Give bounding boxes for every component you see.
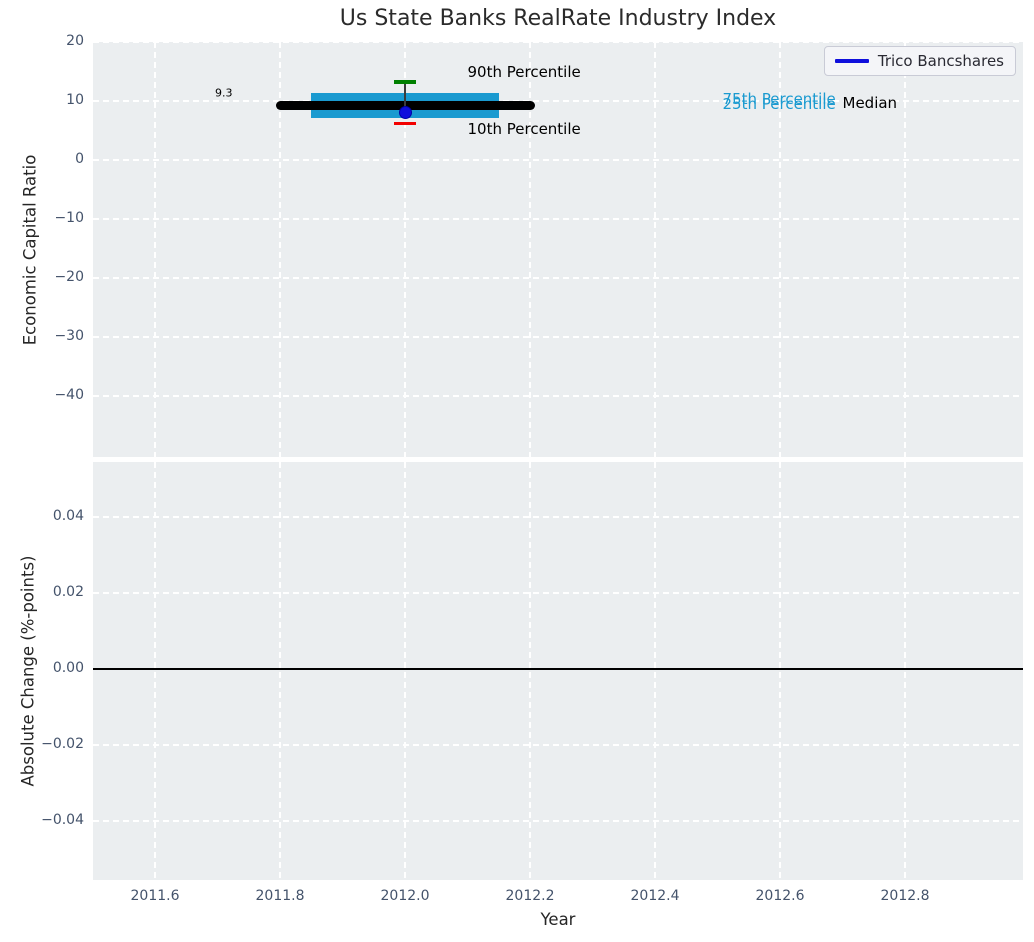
median-value-label: 9.3 [215, 86, 233, 100]
gridline-horizontal [93, 820, 1023, 823]
legend-label: Trico Bancshares [877, 52, 1004, 70]
y-tick-label: 0.00 [52, 660, 84, 677]
x-axis-label: Year [540, 910, 576, 929]
gridline-vertical [654, 462, 656, 880]
bottom-plot-area [93, 462, 1023, 880]
zero-line [93, 668, 1023, 671]
gridline-horizontal [93, 394, 1023, 397]
gridline-vertical [279, 462, 281, 880]
gridline-horizontal [93, 276, 1023, 279]
gridline-vertical [904, 42, 906, 457]
legend-line-sample [834, 59, 869, 63]
gridline-horizontal [93, 41, 1023, 43]
x-tick-label: 2011.6 [130, 888, 180, 904]
trico-bancshares-point [398, 105, 412, 119]
x-tick-label: 2012.0 [380, 888, 430, 904]
x-tick-label: 2012.2 [505, 888, 555, 904]
y-tick-label: −10 [54, 209, 84, 226]
legend: Trico Bancshares [823, 46, 1016, 76]
y-tick-label: −0.04 [41, 812, 84, 829]
median-label: Median [842, 94, 898, 113]
gridline-horizontal [93, 592, 1023, 595]
y-tick-label: −20 [54, 268, 84, 285]
y-tick-label: 10 [66, 91, 84, 108]
gridline-horizontal [93, 744, 1023, 747]
p25-label: 25th Percentile [722, 94, 836, 113]
y-tick-label: 0.04 [52, 508, 84, 525]
p10-cap [393, 121, 417, 125]
gridline-horizontal [93, 516, 1023, 519]
gridline-horizontal [93, 217, 1023, 220]
gridline-vertical [779, 462, 781, 880]
y-tick-label: −30 [54, 327, 84, 344]
gridline-vertical [904, 462, 906, 880]
y-tick-label: 20 [66, 33, 84, 49]
gridline-horizontal [93, 158, 1023, 161]
top-y-axis-label: Economic Capital Ratio [20, 154, 40, 346]
p10-label: 10th Percentile [467, 119, 581, 138]
x-tick-label: 2012.8 [880, 888, 930, 904]
p90-cap [393, 80, 417, 84]
gridline-vertical [654, 42, 656, 457]
p90-label: 90th Percentile [467, 63, 581, 82]
gridline-horizontal [93, 335, 1023, 338]
x-tick-label: 2012.6 [755, 888, 805, 904]
gridline-vertical [404, 462, 406, 880]
y-tick-label: 0.02 [52, 584, 84, 601]
y-tick-label: −40 [54, 386, 84, 403]
figure: Us State Banks RealRate Industry Index E… [0, 0, 1034, 942]
x-tick-label: 2012.4 [630, 888, 680, 904]
x-tick-label: 2011.8 [255, 888, 305, 904]
y-tick-label: 0 [75, 150, 84, 167]
top-plot-area: 9.3 90th Percentile 10th Percentile 75th Pe… [93, 41, 1023, 457]
gridline-vertical [154, 462, 156, 880]
gridline-vertical [529, 462, 531, 880]
y-tick-label: −0.02 [41, 736, 84, 753]
gridline-vertical [154, 42, 156, 457]
chart-title: Us State Banks RealRate Industry Index [339, 6, 777, 31]
